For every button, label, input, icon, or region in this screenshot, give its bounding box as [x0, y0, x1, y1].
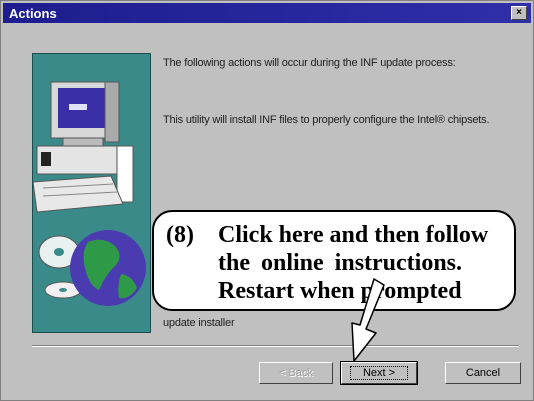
callout-line-1: Click here and then follow [218, 222, 489, 248]
window-title: Actions [9, 6, 57, 21]
close-icon: × [516, 7, 522, 18]
actions-dialog: Actions × The following actions will occ… [0, 0, 534, 401]
back-button[interactable]: < Back [259, 362, 333, 384]
computer-with-cd-and-globe-icon [32, 81, 146, 306]
next-button-label: Next > [349, 366, 409, 380]
intro-text: The following actions will occur during … [163, 57, 456, 69]
cancel-button[interactable]: Cancel [445, 362, 521, 384]
instruction-callout: (8) Click here and then follow the onlin… [152, 210, 516, 311]
installer-text: update installer [163, 317, 235, 329]
next-button[interactable]: Next > [340, 361, 418, 385]
description-text: This utility will install INF files to p… [163, 114, 490, 126]
illustration-panel [32, 53, 151, 333]
arrow-down-icon [351, 278, 385, 362]
callout-line-2: the online instructions. [218, 250, 463, 276]
separator [32, 345, 519, 347]
close-button[interactable]: × [511, 6, 527, 20]
callout-step-number: (8) [166, 222, 194, 248]
title-bar[interactable]: Actions × [3, 3, 531, 23]
